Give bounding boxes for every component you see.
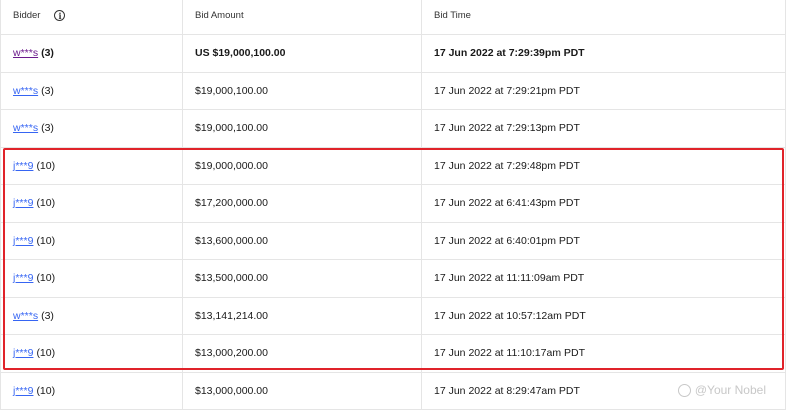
table-row: j***9 (10) $17,200,000.00 17 Jun 2022 at 6:…: [1, 185, 785, 223]
bid-time-cell: 17 Jun 2022 at 10:57:12am PDT: [422, 298, 785, 335]
bid-amount-cell: $13,500,000.00: [183, 260, 422, 297]
bid-amount: $13,600,000.00: [195, 234, 268, 247]
watermark: @Your Nobel: [677, 383, 766, 397]
watermark-icon: [677, 383, 691, 397]
bid-amount: $13,000,200.00: [195, 347, 268, 360]
table-row: j***9 (10) $13,600,000.00 17 Jun 2022 at 6:…: [1, 222, 785, 260]
bidder-link[interactable]: j***9: [13, 385, 33, 397]
bid-time: 17 Jun 2022 at 6:41:43pm PDT: [434, 197, 580, 210]
bid-amount-cell: $13,600,000.00: [183, 222, 422, 259]
feedback-count: (3): [41, 309, 54, 322]
bid-amount-cell: $19,000,100.00: [183, 72, 422, 109]
bidder-link[interactable]: w***s: [13, 47, 38, 59]
bid-amount-cell: $13,141,214.00: [183, 297, 422, 334]
bidder-link[interactable]: j***9: [13, 272, 33, 284]
bid-time: 17 Jun 2022 at 8:29:47am PDT: [434, 384, 580, 397]
bid-amount: $13,500,000.00: [195, 272, 268, 285]
table-header: Bidder i Bid Amount Bid Time: [1, 0, 785, 35]
table-body: w***s (3) US $19,000,100.00 17 Jun 2022 at …: [1, 35, 785, 410]
bid-amount-cell: $17,200,000.00: [183, 185, 422, 222]
bidder-link[interactable]: j***9: [13, 160, 33, 172]
feedback-count: (10): [36, 159, 56, 172]
bid-time-cell: 17 Jun 2022 at 7:29:13pm PDT: [422, 110, 785, 147]
bidder-cell: j***9 (10): [1, 222, 183, 259]
bidder-cell: j***9 (10): [1, 260, 183, 297]
header-bid-amount: Bid Amount: [183, 0, 422, 34]
feedback-count: (10): [36, 272, 56, 285]
feedback-count: (10): [36, 197, 56, 210]
bidder-link[interactable]: w***s: [13, 85, 38, 97]
feedback-count: (3): [41, 47, 54, 60]
header-bid-amount-label: Bid Amount: [195, 10, 244, 21]
table-row: w***s (3) US $19,000,100.00 17 Jun 2022 at …: [1, 35, 785, 73]
feedback-count: (10): [36, 347, 56, 360]
table-row: w***s (3) $13,141,214.00 17 Jun 2022 at 10:…: [1, 297, 785, 335]
bidder-cell: w***s (3): [1, 72, 183, 109]
table-row: w***s (3) $19,000,100.00 17 Jun 2022 at 7:2…: [1, 72, 785, 110]
header-bidder-label: Bidder: [13, 10, 41, 21]
feedback-count: (10): [36, 234, 56, 247]
bid-amount-cell: $13,000,000.00: [183, 372, 422, 409]
bidder-cell: j***9 (10): [1, 372, 183, 409]
bidder-cell: w***s (3): [1, 35, 183, 72]
info-icon[interactable]: i: [54, 10, 66, 21]
table-row: j***9 (10) $19,000,000.00 17 Jun 2022 at 7:…: [1, 147, 785, 185]
bid-amount: $19,000,100.00: [195, 84, 268, 97]
bidder-link[interactable]: j***9: [13, 347, 33, 359]
bidder-cell: j***9 (10): [1, 147, 183, 184]
bid-time: 17 Jun 2022 at 10:57:12am PDT: [434, 309, 586, 322]
bid-time-cell: 17 Jun 2022 at 11:10:17am PDT: [422, 335, 785, 372]
table-row: j***9 (10) $13,500,000.00 17 Jun 2022 at 11…: [1, 260, 785, 298]
bid-time-cell: 17 Jun 2022 at 6:41:43pm PDT: [422, 185, 785, 222]
bid-time-cell: 17 Jun 2022 at 11:11:09am PDT: [422, 260, 785, 297]
bid-time: 17 Jun 2022 at 7:29:39pm PDT: [434, 47, 585, 60]
bid-time-cell: 17 Jun 2022 at 7:29:48pm PDT: [422, 148, 785, 185]
bidder-cell: j***9 (10): [1, 185, 183, 222]
bid-history-table: Bidder i Bid Amount Bid Time w***s (3) US …: [0, 0, 786, 410]
header-bid-time-label: Bid Time: [434, 10, 471, 21]
bid-amount: $13,000,000.00: [195, 384, 268, 397]
watermark-text: @Your Nobel: [694, 383, 766, 397]
bidder-link[interactable]: w***s: [13, 310, 38, 322]
bid-time-cell: 17 Jun 2022 at 7:29:21pm PDT: [422, 73, 785, 110]
bidder-link[interactable]: w***s: [13, 122, 38, 134]
bid-amount: $19,000,100.00: [195, 122, 268, 135]
bid-amount: $19,000,000.00: [195, 159, 268, 172]
bid-amount-cell: $13,000,200.00: [183, 335, 422, 372]
bid-time: 17 Jun 2022 at 7:29:13pm PDT: [434, 122, 580, 135]
bid-time: 17 Jun 2022 at 11:10:17am PDT: [434, 347, 585, 360]
table-row: w***s (3) $19,000,100.00 17 Jun 2022 at 7:2…: [1, 110, 785, 148]
bidder-link[interactable]: j***9: [13, 197, 33, 209]
bidder-link[interactable]: j***9: [13, 235, 33, 247]
bid-time: 17 Jun 2022 at 7:29:21pm PDT: [434, 84, 580, 97]
header-bid-time: Bid Time: [422, 0, 785, 34]
header-bidder: Bidder i: [1, 0, 183, 34]
bid-amount: $17,200,000.00: [195, 197, 268, 210]
bid-amount-cell: $19,000,100.00: [183, 110, 422, 147]
bid-amount: $13,141,214.00: [195, 309, 268, 322]
bid-amount: US $19,000,100.00: [195, 47, 286, 60]
table-row: j***9 (10) $13,000,000.00 17 Jun 2022 at 8:…: [1, 372, 785, 410]
feedback-count: (3): [41, 84, 54, 97]
bid-amount-cell: US $19,000,100.00: [183, 35, 422, 72]
bid-time-cell: 17 Jun 2022 at 7:29:39pm PDT: [422, 35, 785, 72]
bidder-cell: j***9 (10): [1, 335, 183, 372]
bidder-cell: w***s (3): [1, 110, 183, 147]
feedback-count: (10): [36, 384, 56, 397]
feedback-count: (3): [41, 122, 54, 135]
bid-time-cell: 17 Jun 2022 at 6:40:01pm PDT: [422, 223, 785, 260]
bid-time: 17 Jun 2022 at 7:29:48pm PDT: [434, 159, 580, 172]
bid-amount-cell: $19,000,000.00: [183, 147, 422, 184]
bidder-cell: w***s (3): [1, 297, 183, 334]
table-row: j***9 (10) $13,000,200.00 17 Jun 2022 at 11…: [1, 335, 785, 373]
bid-time: 17 Jun 2022 at 6:40:01pm PDT: [434, 234, 580, 247]
bid-time: 17 Jun 2022 at 11:11:09am PDT: [434, 272, 585, 285]
